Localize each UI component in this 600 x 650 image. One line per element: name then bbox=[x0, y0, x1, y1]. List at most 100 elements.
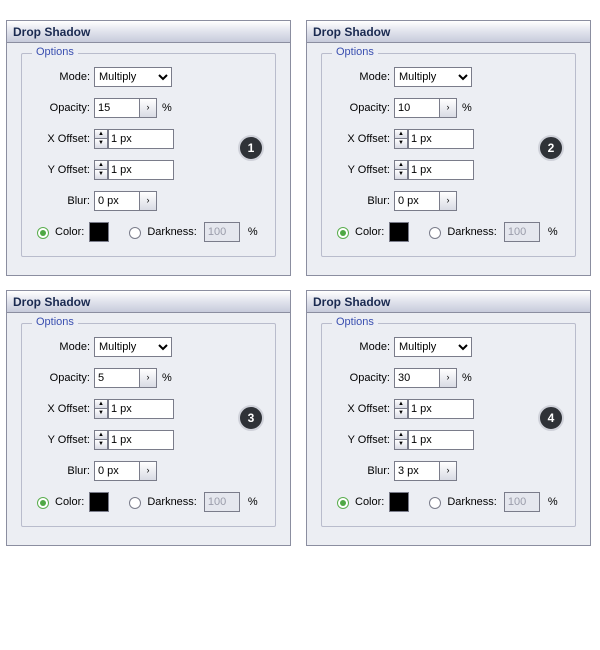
blur-stepper[interactable]: › bbox=[439, 191, 457, 211]
xoffset-step-down[interactable]: ▼ bbox=[94, 139, 108, 149]
xoffset-label: X Offset: bbox=[32, 133, 90, 145]
xoffset-input-box bbox=[408, 129, 474, 149]
darkness-label: Darkness: bbox=[447, 496, 497, 508]
mode-select[interactable]: Multiply bbox=[94, 337, 172, 357]
panel-number-badge: 3 bbox=[238, 405, 264, 431]
xoffset-stepper[interactable]: ▲ ▼ bbox=[394, 129, 408, 149]
opacity-input[interactable] bbox=[395, 369, 439, 387]
xoffset-stepper[interactable]: ▲ ▼ bbox=[394, 399, 408, 419]
yoffset-input[interactable] bbox=[409, 431, 449, 449]
yoffset-input[interactable] bbox=[109, 161, 149, 179]
options-legend: Options bbox=[32, 46, 78, 58]
blur-input[interactable] bbox=[95, 462, 139, 480]
xoffset-step-up[interactable]: ▲ bbox=[394, 129, 408, 139]
xoffset-input-box bbox=[408, 399, 474, 419]
darkness-input bbox=[505, 493, 539, 511]
opacity-stepper[interactable]: › bbox=[439, 98, 457, 118]
yoffset-stepper[interactable]: ▲ ▼ bbox=[394, 160, 408, 180]
yoffset-input[interactable] bbox=[409, 161, 449, 179]
xoffset-step-down[interactable]: ▼ bbox=[394, 409, 408, 419]
yoffset-label: Y Offset: bbox=[32, 164, 90, 176]
darkness-radio[interactable] bbox=[129, 227, 141, 239]
yoffset-input[interactable] bbox=[109, 431, 149, 449]
yoffset-step-down[interactable]: ▼ bbox=[394, 170, 408, 180]
darkness-radio[interactable] bbox=[429, 497, 441, 509]
xoffset-label: X Offset: bbox=[332, 133, 390, 145]
opacity-stepper[interactable]: › bbox=[439, 368, 457, 388]
darkness-radio[interactable] bbox=[129, 497, 141, 509]
xoffset-step-up[interactable]: ▲ bbox=[394, 399, 408, 409]
xoffset-input[interactable] bbox=[409, 130, 449, 148]
darkness-label: Darkness: bbox=[147, 226, 197, 238]
options-fieldset: Options Mode: Multiply Opacity: › % bbox=[321, 53, 576, 257]
xoffset-step-up[interactable]: ▲ bbox=[94, 399, 108, 409]
xoffset-label: X Offset: bbox=[32, 403, 90, 415]
blur-input-box bbox=[394, 461, 440, 481]
yoffset-step-down[interactable]: ▼ bbox=[94, 170, 108, 180]
blur-stepper[interactable]: › bbox=[139, 461, 157, 481]
yoffset-input-box bbox=[408, 430, 474, 450]
blur-stepper[interactable]: › bbox=[439, 461, 457, 481]
yoffset-step-up[interactable]: ▲ bbox=[394, 160, 408, 170]
color-swatch[interactable] bbox=[389, 492, 409, 512]
xoffset-input-box bbox=[108, 129, 174, 149]
xoffset-stepper[interactable]: ▲ ▼ bbox=[94, 399, 108, 419]
opacity-input[interactable] bbox=[95, 99, 139, 117]
opacity-stepper[interactable]: › bbox=[139, 368, 157, 388]
color-radio[interactable] bbox=[337, 497, 349, 509]
panel-title: Drop Shadow bbox=[7, 291, 290, 313]
yoffset-step-up[interactable]: ▲ bbox=[394, 430, 408, 440]
color-label: Color: bbox=[55, 496, 84, 508]
yoffset-step-down[interactable]: ▼ bbox=[394, 440, 408, 450]
darkness-radio[interactable] bbox=[429, 227, 441, 239]
opacity-label: Opacity: bbox=[32, 372, 90, 384]
xoffset-stepper[interactable]: ▲ ▼ bbox=[94, 129, 108, 149]
mode-label: Mode: bbox=[32, 71, 90, 83]
xoffset-input[interactable] bbox=[109, 400, 149, 418]
panel-title: Drop Shadow bbox=[7, 21, 290, 43]
panel-title: Drop Shadow bbox=[307, 21, 590, 43]
yoffset-label: Y Offset: bbox=[32, 434, 90, 446]
blur-input[interactable] bbox=[95, 192, 139, 210]
color-radio[interactable] bbox=[37, 497, 49, 509]
opacity-input[interactable] bbox=[395, 99, 439, 117]
xoffset-input[interactable] bbox=[109, 130, 149, 148]
blur-stepper[interactable]: › bbox=[139, 191, 157, 211]
xoffset-input[interactable] bbox=[409, 400, 449, 418]
xoffset-step-down[interactable]: ▼ bbox=[94, 409, 108, 419]
mode-select[interactable]: Multiply bbox=[394, 337, 472, 357]
blur-input[interactable] bbox=[395, 462, 439, 480]
opacity-stepper[interactable]: › bbox=[139, 98, 157, 118]
percent-suffix: % bbox=[462, 372, 472, 384]
color-swatch[interactable] bbox=[389, 222, 409, 242]
yoffset-stepper[interactable]: ▲ ▼ bbox=[94, 430, 108, 450]
yoffset-step-up[interactable]: ▲ bbox=[94, 430, 108, 440]
blur-input-box bbox=[94, 191, 140, 211]
color-swatch[interactable] bbox=[89, 492, 109, 512]
color-label: Color: bbox=[355, 226, 384, 238]
xoffset-label: X Offset: bbox=[332, 403, 390, 415]
options-legend: Options bbox=[332, 316, 378, 328]
color-radio[interactable] bbox=[37, 227, 49, 239]
percent-suffix: % bbox=[548, 226, 558, 238]
color-radio[interactable] bbox=[337, 227, 349, 239]
mode-select[interactable]: Multiply bbox=[394, 67, 472, 87]
mode-label: Mode: bbox=[332, 71, 390, 83]
yoffset-step-down[interactable]: ▼ bbox=[94, 440, 108, 450]
options-legend: Options bbox=[332, 46, 378, 58]
color-swatch[interactable] bbox=[89, 222, 109, 242]
opacity-input-box bbox=[94, 98, 140, 118]
color-label: Color: bbox=[355, 496, 384, 508]
drop-shadow-panel: Drop Shadow Options Mode: Multiply Opaci… bbox=[6, 290, 291, 546]
blur-input[interactable] bbox=[395, 192, 439, 210]
yoffset-stepper[interactable]: ▲ ▼ bbox=[94, 160, 108, 180]
xoffset-step-down[interactable]: ▼ bbox=[394, 139, 408, 149]
xoffset-step-up[interactable]: ▲ bbox=[94, 129, 108, 139]
opacity-label: Opacity: bbox=[32, 102, 90, 114]
opacity-input[interactable] bbox=[95, 369, 139, 387]
mode-select[interactable]: Multiply bbox=[94, 67, 172, 87]
color-label: Color: bbox=[55, 226, 84, 238]
yoffset-stepper[interactable]: ▲ ▼ bbox=[394, 430, 408, 450]
yoffset-step-up[interactable]: ▲ bbox=[94, 160, 108, 170]
darkness-input-box bbox=[504, 492, 540, 512]
